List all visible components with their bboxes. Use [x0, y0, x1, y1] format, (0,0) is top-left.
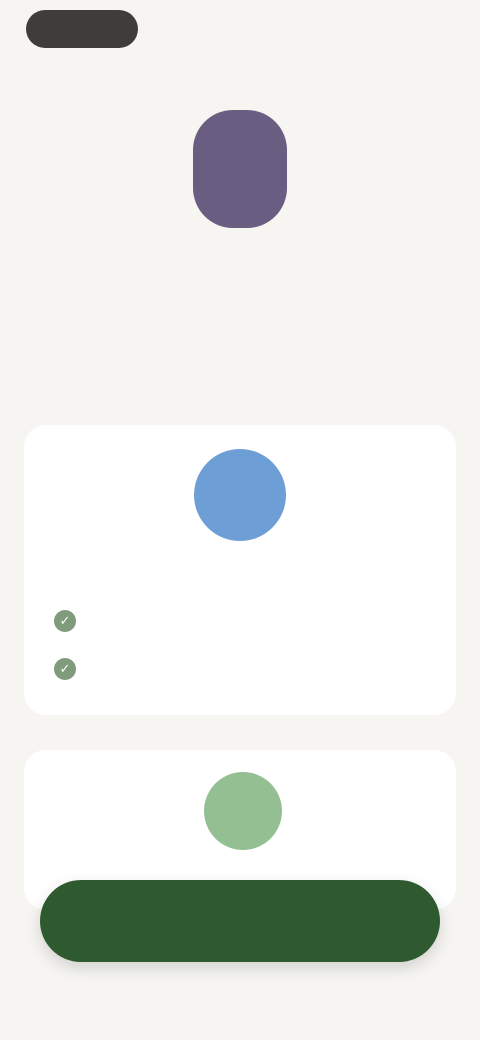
check-icon: ✓: [54, 610, 76, 632]
option-card-1[interactable]: ✓ ✓: [24, 425, 456, 715]
primary-button[interactable]: [40, 880, 440, 962]
feature-item: ✓: [54, 658, 90, 680]
top-pill[interactable]: [26, 10, 138, 48]
avatar: [204, 772, 282, 850]
avatar: [194, 449, 286, 541]
check-icon: ✓: [54, 658, 76, 680]
hero-illustration: [193, 110, 287, 228]
feature-item: ✓: [54, 610, 90, 632]
